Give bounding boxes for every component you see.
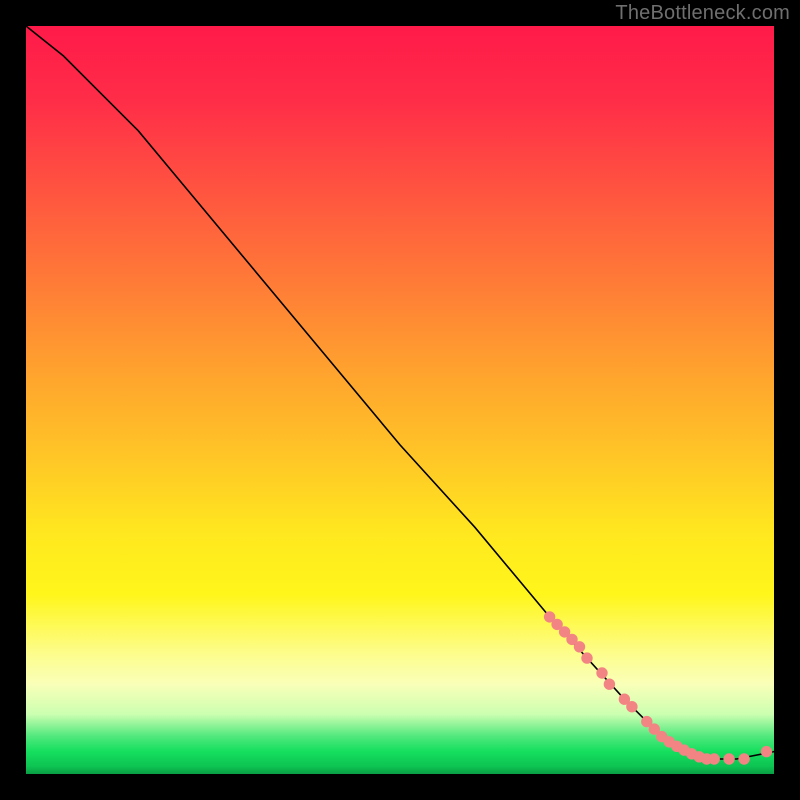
plot-area: [26, 26, 774, 774]
data-point: [761, 746, 771, 756]
data-point: [709, 754, 719, 764]
marker-group: [544, 612, 771, 765]
curve-line: [26, 26, 774, 759]
chart-svg: [26, 26, 774, 774]
data-point: [724, 754, 734, 764]
data-point: [582, 653, 592, 663]
data-point: [574, 642, 584, 652]
data-point: [627, 702, 637, 712]
data-point: [604, 679, 614, 689]
data-point: [597, 668, 607, 678]
chart-frame: TheBottleneck.com: [0, 0, 800, 800]
data-point: [739, 754, 749, 764]
watermark-text: TheBottleneck.com: [615, 2, 790, 25]
